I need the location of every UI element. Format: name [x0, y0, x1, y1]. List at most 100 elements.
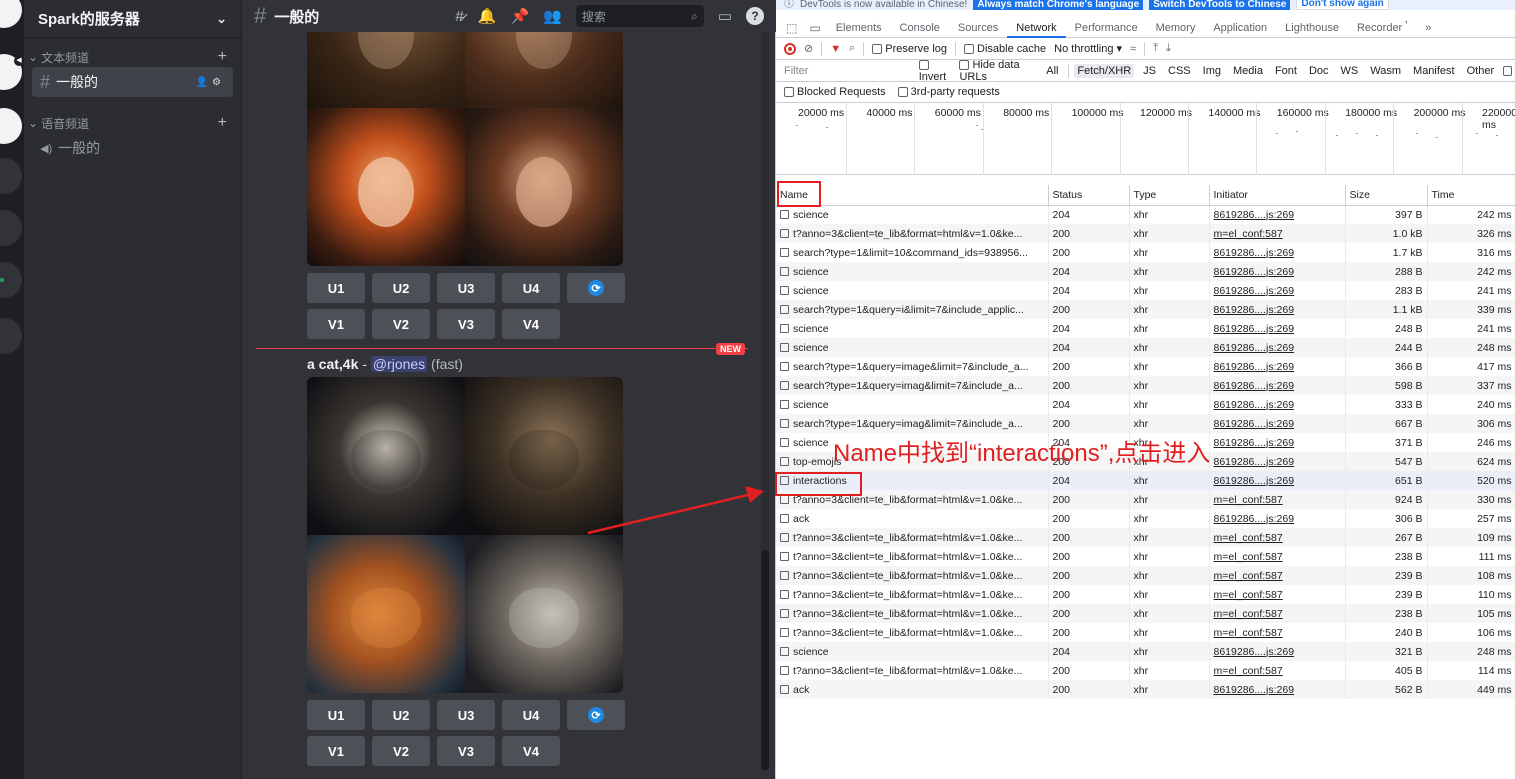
- table-row[interactable]: science 204 xhr 8619286....js:269 248 B 241 m…: [776, 319, 1515, 338]
- row-checkbox[interactable]: [780, 570, 789, 580]
- download-icon[interactable]: ⤓: [1166, 42, 1171, 55]
- tab-application[interactable]: Application: [1204, 18, 1276, 38]
- voice-channel-general[interactable]: ◀) 一般的: [32, 133, 233, 163]
- v4-button[interactable]: V4: [502, 309, 560, 339]
- row-checkbox[interactable]: [780, 266, 789, 276]
- filter-input[interactable]: Filter: [784, 65, 913, 77]
- request-initiator[interactable]: 8619286....js:269: [1209, 338, 1346, 357]
- device-toolbar-icon[interactable]: ▭: [803, 21, 826, 35]
- match-language-button[interactable]: Always match Chrome's language: [973, 0, 1144, 10]
- request-initiator[interactable]: m=el_conf:587: [1209, 490, 1346, 509]
- row-checkbox[interactable]: [780, 513, 789, 523]
- generated-image[interactable]: [307, 377, 465, 535]
- table-row[interactable]: ack 200 xhr 8619286....js:269 306 B 257 ms: [776, 509, 1515, 528]
- tab-memory[interactable]: Memory: [1147, 18, 1205, 38]
- tab-elements[interactable]: Elements: [827, 18, 891, 38]
- request-initiator[interactable]: m=el_conf:587: [1209, 566, 1346, 585]
- type-ws[interactable]: WS: [1338, 64, 1362, 78]
- scrollbar-thumb[interactable]: [761, 550, 769, 770]
- row-checkbox[interactable]: [780, 532, 789, 542]
- table-row[interactable]: t?anno=3&client=te_lib&format=html&v=1.0…: [776, 224, 1515, 243]
- table-row[interactable]: ack 200 xhr 8619286....js:269 562 B 449 ms: [776, 680, 1515, 699]
- upload-icon[interactable]: ⤒: [1153, 42, 1158, 55]
- search-icon[interactable]: ⌕: [849, 42, 855, 55]
- inbox-icon[interactable]: ▭: [718, 7, 732, 25]
- v3-button[interactable]: V3: [437, 736, 495, 766]
- generated-image[interactable]: [307, 535, 465, 693]
- request-initiator[interactable]: 8619286....js:269: [1209, 433, 1346, 452]
- type-font[interactable]: Font: [1272, 64, 1300, 78]
- row-checkbox[interactable]: [780, 380, 789, 390]
- generated-image[interactable]: [465, 535, 623, 693]
- clear-icon[interactable]: ⊘: [804, 42, 813, 55]
- table-row[interactable]: science 204 xhr 8619286....js:269 288 B 242 m…: [776, 262, 1515, 281]
- tab-network[interactable]: Network: [1007, 18, 1066, 38]
- network-timeline[interactable]: 20000 ms 40000 ms 60000 ms 80000 ms 100000 m…: [776, 103, 1515, 175]
- request-initiator[interactable]: 8619286....js:269: [1209, 452, 1346, 471]
- channel-item-general[interactable]: # 一般的 👤⚙: [32, 67, 233, 97]
- threads-icon[interactable]: #̷: [455, 8, 463, 25]
- server-icon[interactable]: [0, 210, 22, 246]
- table-row[interactable]: search?type=1&query=imag&limit=7&include…: [776, 376, 1515, 395]
- u3-button[interactable]: U3: [437, 273, 495, 303]
- request-initiator[interactable]: 8619286....js:269: [1209, 205, 1346, 224]
- row-checkbox[interactable]: [780, 209, 789, 219]
- table-row[interactable]: science 204 xhr 8619286....js:269 333 B 240 m…: [776, 395, 1515, 414]
- request-initiator[interactable]: 8619286....js:269: [1209, 357, 1346, 376]
- v1-button[interactable]: V1: [307, 309, 365, 339]
- record-icon[interactable]: [784, 42, 796, 55]
- table-row[interactable]: science 204 xhr 8619286....js:269 321 B 248 m…: [776, 642, 1515, 661]
- request-initiator[interactable]: 8619286....js:269: [1209, 300, 1346, 319]
- v2-button[interactable]: V2: [372, 736, 430, 766]
- server-icon[interactable]: ◀: [0, 54, 24, 90]
- reroll-button[interactable]: ⟳: [567, 273, 625, 303]
- wifi-icon[interactable]: ≈: [1130, 43, 1136, 55]
- column-initiator-header[interactable]: Initiator: [1209, 185, 1346, 206]
- row-checkbox[interactable]: [780, 323, 789, 333]
- request-initiator[interactable]: 8619286....js:269: [1209, 243, 1346, 262]
- column-time-header[interactable]: Time: [1427, 185, 1515, 206]
- type-manifest[interactable]: Manifest: [1410, 64, 1458, 78]
- table-row[interactable]: t?anno=3&client=te_lib&format=html&v=1.0…: [776, 547, 1515, 566]
- request-initiator[interactable]: m=el_conf:587: [1209, 623, 1346, 642]
- server-icon[interactable]: [0, 158, 22, 194]
- row-checkbox[interactable]: [780, 684, 789, 694]
- server-header[interactable]: Spark的服务器 ⌄: [24, 0, 241, 38]
- u1-button[interactable]: U1: [307, 273, 365, 303]
- row-checkbox[interactable]: [780, 342, 789, 352]
- request-initiator[interactable]: m=el_conf:587: [1209, 604, 1346, 623]
- table-row[interactable]: science 204 xhr 8619286....js:269 283 B 241 m…: [776, 281, 1515, 300]
- table-row[interactable]: search?type=1&limit=10&command_ids=93895…: [776, 243, 1515, 262]
- channel-tools-icon[interactable]: 👤⚙: [196, 77, 225, 88]
- v1-button[interactable]: V1: [307, 736, 365, 766]
- category-voice[interactable]: ⌄ 语音频道 +: [24, 113, 241, 133]
- disable-cache-checkbox[interactable]: Disable cache: [964, 43, 1046, 55]
- user-mention[interactable]: @rjones: [370, 356, 428, 372]
- table-row[interactable]: interactions 204 xhr 8619286....js:269 651 B…: [776, 471, 1515, 490]
- request-initiator[interactable]: 8619286....js:269: [1209, 471, 1346, 490]
- members-icon[interactable]: 👥: [543, 7, 562, 25]
- tab-sources[interactable]: Sources: [949, 18, 1007, 38]
- u2-button[interactable]: U2: [372, 273, 430, 303]
- preserve-log-checkbox[interactable]: Preserve log: [872, 43, 947, 55]
- tab-lighthouse[interactable]: Lighthouse: [1276, 18, 1348, 38]
- row-checkbox[interactable]: [780, 399, 789, 409]
- table-row[interactable]: t?anno=3&client=te_lib&format=html&v=1.0…: [776, 623, 1515, 642]
- request-initiator[interactable]: 8619286....js:269: [1209, 376, 1346, 395]
- request-initiator[interactable]: 8619286....js:269: [1209, 509, 1346, 528]
- generated-image[interactable]: [465, 108, 623, 266]
- third-party-checkbox[interactable]: 3rd-party requests: [897, 86, 1000, 98]
- u1-button[interactable]: U1: [307, 700, 365, 730]
- table-row[interactable]: science 204 xhr 8619286....js:269 397 B 242 m…: [776, 205, 1515, 224]
- row-checkbox[interactable]: [780, 418, 789, 428]
- server-icon[interactable]: [0, 262, 22, 298]
- table-row[interactable]: t?anno=3&client=te_lib&format=html&v=1.0…: [776, 661, 1515, 680]
- table-row[interactable]: search?type=1&query=i&limit=7&include_ap…: [776, 300, 1515, 319]
- category-text[interactable]: ⌄ 文本频道 +: [24, 47, 241, 67]
- server-icon[interactable]: [0, 318, 22, 354]
- row-checkbox[interactable]: [780, 627, 789, 637]
- type-css[interactable]: CSS: [1165, 64, 1194, 78]
- table-row[interactable]: search?type=1&query=image&limit=7&includ…: [776, 357, 1515, 376]
- request-initiator[interactable]: m=el_conf:587: [1209, 547, 1346, 566]
- request-initiator[interactable]: m=el_conf:587: [1209, 528, 1346, 547]
